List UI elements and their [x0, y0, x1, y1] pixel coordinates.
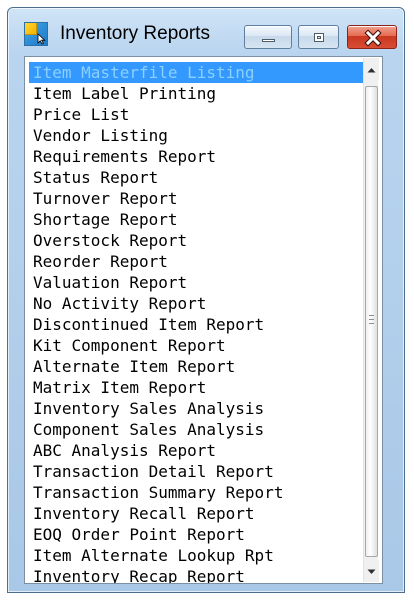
list-item[interactable]: Inventory Recap Report	[29, 566, 373, 583]
list-item[interactable]: Item Masterfile Listing	[29, 62, 373, 83]
list-item[interactable]: ABC Analysis Report	[29, 440, 373, 461]
list-item[interactable]: Valuation Report	[29, 272, 373, 293]
list-item[interactable]: Requirements Report	[29, 146, 373, 167]
window-title: Inventory Reports	[60, 23, 210, 44]
list-item[interactable]: Inventory Recall Report	[29, 503, 373, 524]
list-item[interactable]: Turnover Report	[29, 188, 373, 209]
list-item[interactable]: Alternate Item Report	[29, 356, 373, 377]
list-item[interactable]: Price List	[29, 104, 373, 125]
inventory-reports-icon	[24, 22, 48, 46]
scroll-down-arrow-icon	[367, 569, 376, 574]
title-bar[interactable]: Inventory Reports	[8, 8, 404, 51]
scroll-up-arrow-icon	[367, 68, 376, 73]
list-item[interactable]: Reorder Report	[29, 251, 373, 272]
list-item[interactable]: Transaction Detail Report	[29, 461, 373, 482]
scrollbar-thumb[interactable]	[365, 86, 378, 557]
report-list[interactable]: Item Masterfile Listing Item Label Print…	[29, 62, 373, 583]
list-item[interactable]: Matrix Item Report	[29, 377, 373, 398]
list-item[interactable]: EOQ Order Point Report	[29, 524, 373, 545]
list-item[interactable]: Status Report	[29, 167, 373, 188]
scroll-grip-icon	[369, 315, 374, 324]
inventory-report-listbox[interactable]: Item Masterfile Listing Item Label Print…	[24, 56, 383, 584]
list-item[interactable]: Overstock Report	[29, 230, 373, 251]
list-item[interactable]: Item Alternate Lookup Rpt	[29, 545, 373, 566]
list-item[interactable]: Shortage Report	[29, 209, 373, 230]
vertical-scrollbar[interactable]	[363, 58, 379, 582]
inventory-reports-window: Inventory Reports Item Masterfile Listin…	[7, 7, 405, 593]
maximize-icon	[314, 33, 324, 42]
list-item[interactable]: Item Label Printing	[29, 83, 373, 104]
list-item[interactable]: Transaction Summary Report	[29, 482, 373, 503]
list-item[interactable]: Discontinued Item Report	[29, 314, 373, 335]
scroll-down-button[interactable]	[364, 560, 379, 582]
list-item[interactable]: Vendor Listing	[29, 125, 373, 146]
list-item[interactable]: Kit Component Report	[29, 335, 373, 356]
scroll-up-button[interactable]	[364, 58, 379, 80]
minimize-icon	[262, 39, 275, 42]
list-item[interactable]: Inventory Sales Analysis	[29, 398, 373, 419]
close-icon	[364, 29, 382, 47]
close-button[interactable]	[347, 25, 397, 49]
maximize-button[interactable]	[298, 25, 339, 49]
list-item[interactable]: No Activity Report	[29, 293, 373, 314]
list-item[interactable]: Component Sales Analysis	[29, 419, 373, 440]
minimize-button[interactable]	[244, 25, 292, 49]
